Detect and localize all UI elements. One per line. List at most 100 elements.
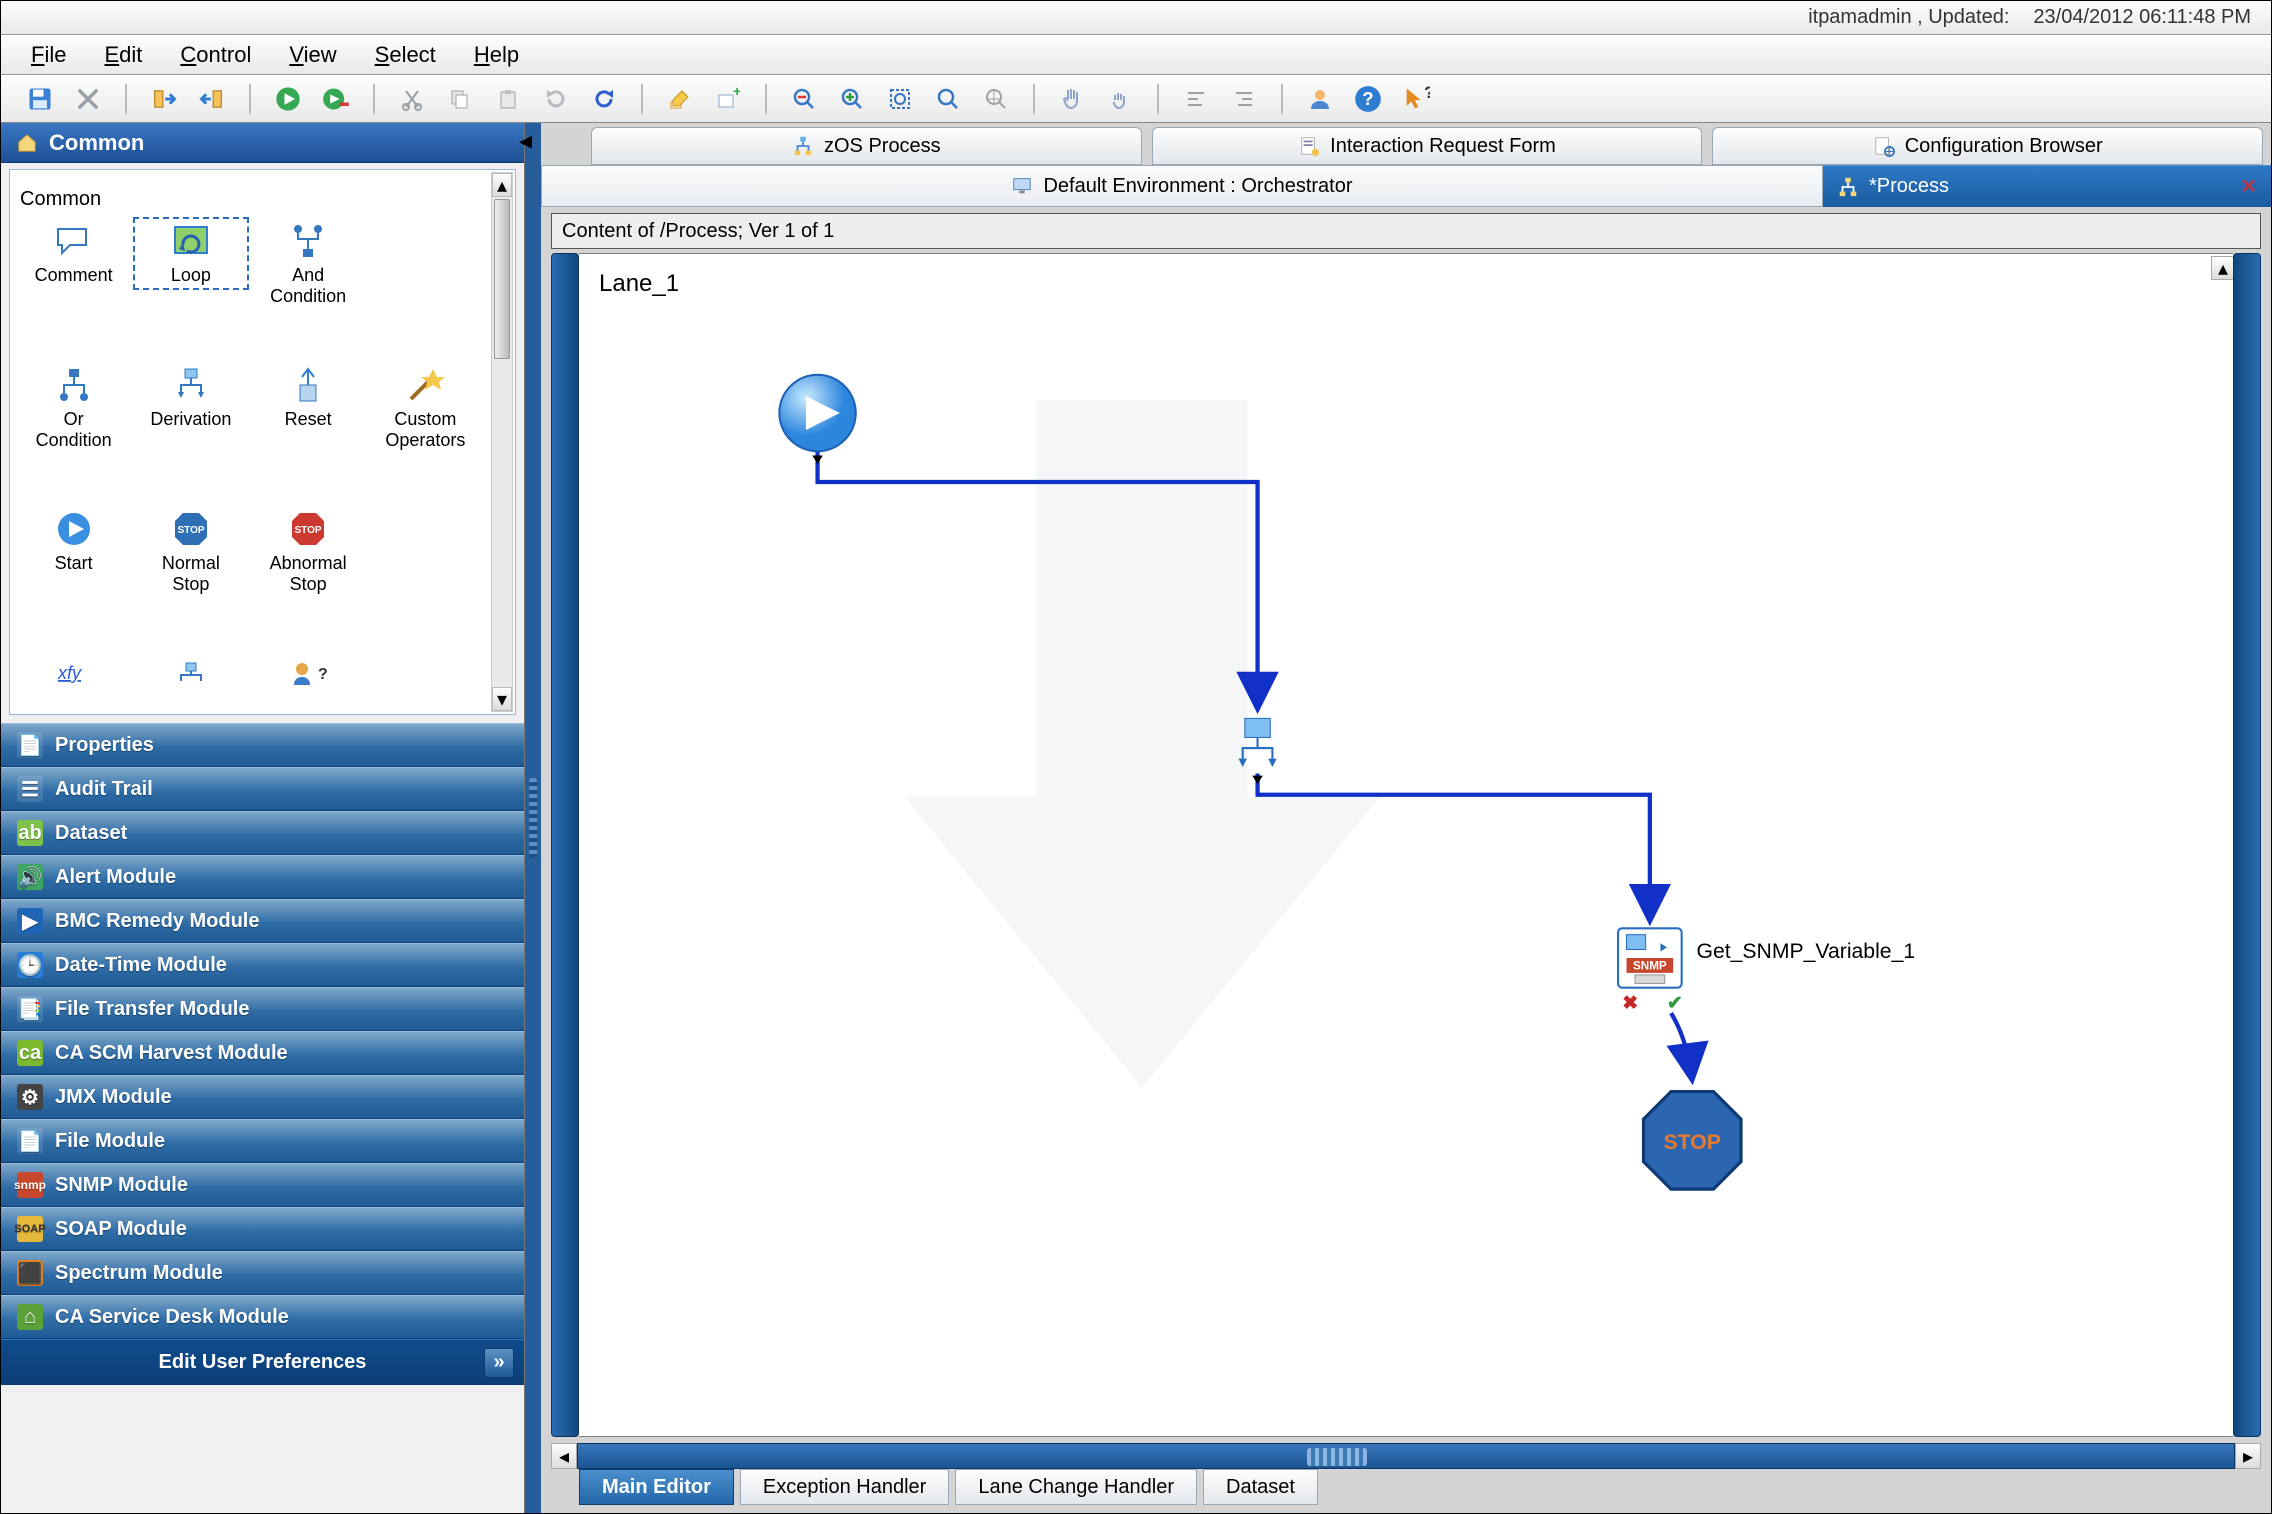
env-right-tab[interactable]: *Process ✕ <box>1823 165 2271 207</box>
left-panel: Common Common Comment Loop And Condit <box>1 123 525 1513</box>
splitter-grip[interactable] <box>529 778 537 858</box>
bottom-tabs: Main Editor Exception Handler Lane Chang… <box>541 1469 2271 1513</box>
menu-edit[interactable]: Edit <box>104 42 142 68</box>
scroll-up-icon[interactable]: ▴ <box>492 173 512 197</box>
acc-audit-trail[interactable]: ☰Audit Trail <box>1 767 524 811</box>
menu-help[interactable]: Help <box>474 42 519 68</box>
cut-icon[interactable] <box>395 82 429 116</box>
scroll-thumb[interactable] <box>494 199 510 359</box>
btab-exception-handler[interactable]: Exception Handler <box>740 1469 949 1505</box>
help-icon[interactable]: ? <box>1351 82 1385 116</box>
new-element-icon[interactable]: + <box>711 82 745 116</box>
op-fx[interactable]: xfy <box>20 653 127 693</box>
menu-control[interactable]: Control <box>180 42 251 68</box>
stop-node[interactable]: STOP <box>1643 1092 1741 1190</box>
svg-text:STOP: STOP <box>295 525 322 536</box>
pointer-help-icon[interactable]: ? <box>1399 82 1433 116</box>
right-panel: zOS Process Interaction Request Form Con… <box>541 123 2271 1513</box>
top-tab-row: zOS Process Interaction Request Form Con… <box>541 123 2271 165</box>
checkin-icon[interactable] <box>147 82 181 116</box>
op-normal-stop[interactable]: STOP Normal Stop <box>137 509 244 595</box>
acc-soap[interactable]: SOAPSOAP Module <box>1 1207 524 1251</box>
acc-properties[interactable]: 📄Properties <box>1 723 524 767</box>
op-custom[interactable]: Custom Operators <box>372 365 479 451</box>
acc-bmc-remedy[interactable]: ▶BMC Remedy Module <box>1 899 524 943</box>
op-user-question[interactable]: ? <box>255 653 362 693</box>
play-icon: ▶ <box>17 908 43 934</box>
splitter[interactable]: ◂ <box>525 123 541 1513</box>
dataset-icon: ab <box>17 820 43 846</box>
zoom-out-icon[interactable] <box>787 82 821 116</box>
h-scroll[interactable]: ◂ ▸ <box>551 1443 2261 1469</box>
left-panel-header[interactable]: Common <box>1 123 524 163</box>
align-left-icon[interactable] <box>1179 82 1213 116</box>
prefs-bar[interactable]: Edit User Preferences » <box>1 1339 524 1385</box>
copy-icon[interactable] <box>443 82 477 116</box>
env-left[interactable]: Default Environment : Orchestrator <box>541 165 1823 207</box>
btab-lane-change-handler[interactable]: Lane Change Handler <box>955 1469 1197 1505</box>
btab-dataset[interactable]: Dataset <box>1203 1469 1318 1505</box>
canvas[interactable]: Lane_1 <box>579 253 2233 1437</box>
menu-file[interactable]: File <box>31 42 66 68</box>
chevron-right-icon[interactable]: » <box>484 1348 514 1378</box>
acc-snmp[interactable]: snmpSNMP Module <box>1 1163 524 1207</box>
op-loop[interactable]: Loop <box>137 221 244 286</box>
scroll-down-icon[interactable]: ▾ <box>492 687 512 711</box>
scroll-grip[interactable] <box>1307 1448 1367 1466</box>
checkout-icon[interactable] <box>195 82 229 116</box>
op-derivation[interactable]: Derivation <box>137 365 244 430</box>
zoom-in-icon[interactable] <box>835 82 869 116</box>
op-comment[interactable]: Comment <box>20 221 127 286</box>
edit-icon[interactable] <box>663 82 697 116</box>
snmp-node-label: Get_SNMP_Variable_1 <box>1696 940 1915 963</box>
scroll-track[interactable] <box>577 1443 2235 1469</box>
paste-icon[interactable] <box>491 82 525 116</box>
op-branch[interactable] <box>137 653 244 693</box>
save-icon[interactable] <box>23 82 57 116</box>
undo-icon[interactable] <box>587 82 621 116</box>
op-abnormal-stop[interactable]: STOP Abnormal Stop <box>255 509 362 595</box>
op-or-condition[interactable]: Or Condition <box>20 365 127 451</box>
op-start[interactable]: Start <box>20 509 127 574</box>
align-right-icon[interactable] <box>1227 82 1261 116</box>
acc-spectrum[interactable]: ⬛Spectrum Module <box>1 1251 524 1295</box>
acc-file-module[interactable]: 📄File Module <box>1 1119 524 1163</box>
snmp-node[interactable]: SNMP ✖ ✔ <box>1618 928 1683 1014</box>
close-icon[interactable]: ✕ <box>2240 174 2257 199</box>
acc-jmx[interactable]: ⚙JMX Module <box>1 1075 524 1119</box>
tab-config-browser[interactable]: Configuration Browser <box>1712 127 2263 165</box>
collapse-left-icon[interactable]: ◂ <box>519 125 532 156</box>
menu-select[interactable]: Select <box>375 42 436 68</box>
acc-file-transfer[interactable]: 📑File Transfer Module <box>1 987 524 1031</box>
start-node[interactable] <box>779 375 855 464</box>
op-and-condition[interactable]: And Condition <box>255 221 362 307</box>
menu-view[interactable]: View <box>289 42 336 68</box>
acc-alert-module[interactable]: 🔊Alert Module <box>1 855 524 899</box>
canvas-wrap: Lane_1 <box>551 253 2261 1437</box>
soap-icon: SOAP <box>17 1216 43 1242</box>
acc-date-time[interactable]: 🕒Date-Time Module <box>1 943 524 987</box>
acc-ca-scm-harvest[interactable]: caCA SCM Harvest Module <box>1 1031 524 1075</box>
user-icon[interactable] <box>1303 82 1337 116</box>
zoom-fit-icon[interactable] <box>883 82 917 116</box>
scroll-right-icon[interactable]: ▸ <box>2235 1443 2261 1469</box>
palette-legend: Common <box>20 188 101 210</box>
delete-icon[interactable] <box>71 82 105 116</box>
run-stop-icon[interactable] <box>319 82 353 116</box>
redo-icon[interactable] <box>539 82 573 116</box>
grab-icon[interactable] <box>1103 82 1137 116</box>
palette-scrollbar[interactable]: ▴ ▾ <box>491 172 513 712</box>
acc-ca-service-desk[interactable]: ⌂CA Service Desk Module <box>1 1295 524 1339</box>
btab-main-editor[interactable]: Main Editor <box>579 1469 734 1505</box>
zoom-area-icon[interactable] <box>979 82 1013 116</box>
op-reset[interactable]: Reset <box>255 365 362 430</box>
acc-dataset[interactable]: abDataset <box>1 811 524 855</box>
tab-interaction-request[interactable]: Interaction Request Form <box>1152 127 1703 165</box>
pan-icon[interactable] <box>1055 82 1089 116</box>
zoom-reset-icon[interactable] <box>931 82 965 116</box>
scroll-left-icon[interactable]: ◂ <box>551 1443 577 1469</box>
canvas-scroll-up-icon[interactable]: ▴ <box>2211 256 2233 280</box>
run-icon[interactable] <box>271 82 305 116</box>
palette-grid: Comment Loop And Condition Or Condition <box>20 211 479 727</box>
tab-zos-process[interactable]: zOS Process <box>591 127 1142 165</box>
